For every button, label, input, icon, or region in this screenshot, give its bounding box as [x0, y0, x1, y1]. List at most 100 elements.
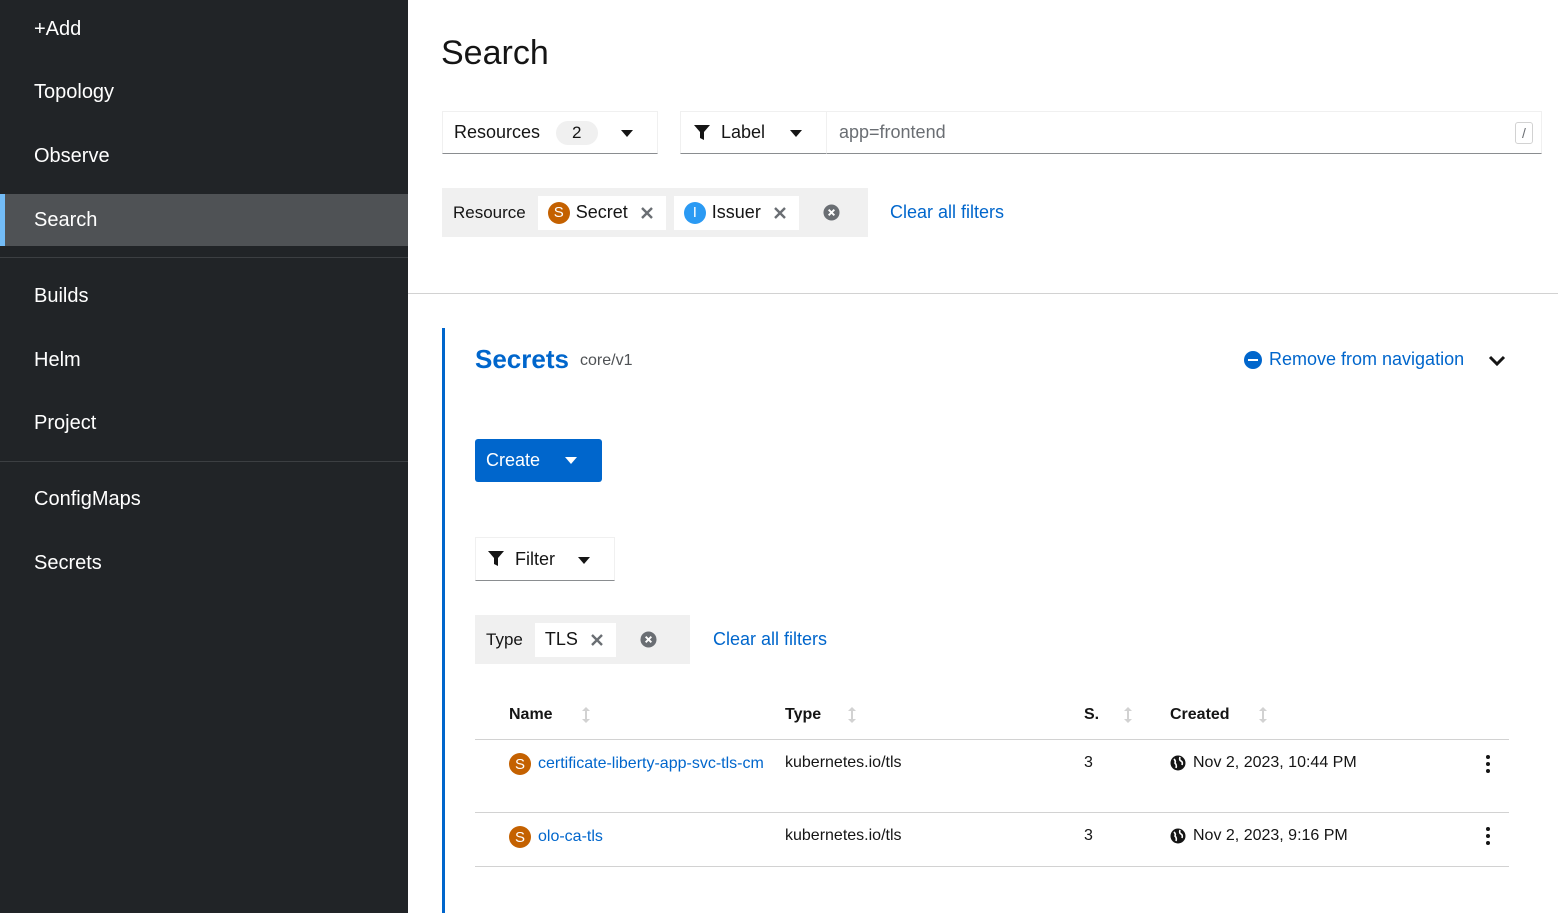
name-cell: S certificate-liberty-app-svc-tls-cm	[509, 751, 770, 776]
page-title: Search	[441, 34, 549, 72]
shortcut-key-hint: /	[1515, 122, 1533, 144]
sidebar-item-secrets[interactable]: Secrets	[0, 537, 408, 589]
column-header-name[interactable]: Name	[509, 706, 591, 724]
chip-group-label: Type	[486, 629, 523, 649]
sidebar-item-label: Builds	[34, 284, 89, 307]
kebab-menu-icon[interactable]	[1485, 755, 1491, 773]
clear-all-filters-link[interactable]: Clear all filters	[890, 202, 1004, 223]
column-header-size[interactable]: S.	[1084, 706, 1133, 724]
caret-down-icon	[790, 130, 802, 137]
sort-icon	[848, 707, 857, 723]
section-accent-bar	[442, 328, 445, 913]
resource-badge: S	[509, 753, 531, 775]
sidebar-item-label: Helm	[34, 348, 81, 371]
caret-down-icon	[621, 130, 633, 137]
table-header-border	[475, 739, 1509, 740]
filter-icon	[488, 551, 504, 566]
type-cell: kubernetes.io/tls	[785, 827, 902, 844]
remove-nav-label: Remove from navigation	[1269, 349, 1465, 369]
column-header-label: S.	[1084, 706, 1100, 723]
sidebar-item-builds[interactable]: Builds	[0, 270, 408, 322]
label-input-value: app=frontend	[839, 122, 946, 142]
chip-issuer: I Issuer	[673, 195, 799, 230]
filter-label: Filter	[515, 548, 555, 569]
sidebar-item-topology[interactable]: Topology	[0, 66, 408, 118]
resource-badge: I	[683, 201, 706, 224]
remove-chip-group-icon[interactable]	[640, 631, 657, 648]
type-cell: kubernetes.io/tls	[785, 754, 902, 771]
label-filter-dropdown[interactable]: Label	[680, 111, 827, 154]
close-icon[interactable]	[773, 206, 787, 220]
created-cell: Nov 2, 2023, 9:16 PM	[1170, 827, 1348, 845]
sort-icon	[1258, 707, 1267, 723]
name-cell: S olo-ca-tls	[509, 824, 770, 849]
secret-name-link[interactable]: olo-ca-tls	[538, 824, 770, 849]
resources-count-badge: 2	[556, 120, 598, 145]
clear-all-filters-link[interactable]: Clear all filters	[713, 629, 827, 650]
sort-icon	[1124, 707, 1133, 723]
sidebar-item-label: +Add	[34, 17, 82, 40]
sidebar-item-project[interactable]: Project	[0, 397, 408, 449]
resources-dropdown[interactable]: Resources 2	[442, 111, 658, 154]
resource-filter-chip-group: Resource S Secret I Issuer	[442, 188, 868, 237]
chip-label: TLS	[544, 629, 578, 649]
sidebar-item-label: Secrets	[34, 551, 102, 574]
created-cell: Nov 2, 2023, 10:44 PM	[1170, 754, 1357, 772]
minus-circle-icon	[1244, 350, 1262, 369]
sidebar-item-label: Search	[34, 208, 98, 231]
resources-label: Resources	[454, 122, 541, 142]
secret-name-link[interactable]: certificate-liberty-app-svc-tls-cm	[538, 751, 770, 776]
caret-down-icon	[565, 457, 577, 464]
filter-icon	[694, 124, 710, 140]
close-icon[interactable]	[640, 206, 654, 220]
size-cell: 3	[1084, 754, 1093, 771]
chip-secret: S Secret	[537, 195, 666, 230]
chip-label: Issuer	[711, 202, 761, 222]
divider	[408, 293, 1558, 294]
label-select-text: Label	[721, 122, 766, 142]
caret-down-icon	[578, 557, 590, 564]
create-label: Create	[486, 450, 541, 470]
sidebar-item-observe[interactable]: Observe	[0, 130, 408, 182]
column-header-type[interactable]: Type	[785, 706, 857, 724]
resource-badge: S	[509, 826, 531, 848]
close-icon[interactable]	[590, 633, 604, 647]
size-cell: 3	[1084, 827, 1093, 844]
sidebar-divider	[0, 257, 408, 258]
globe-icon	[1170, 755, 1186, 771]
column-header-label: Name	[509, 706, 553, 723]
remove-from-navigation-button[interactable]: Remove from navigation	[1244, 349, 1464, 370]
sidebar-item-label: Topology	[34, 80, 115, 103]
column-header-label: Created	[1170, 706, 1230, 723]
sidebar-item-add[interactable]: +Add	[0, 3, 408, 55]
sidebar-item-label: Project	[34, 411, 97, 434]
sidebar-item-helm[interactable]: Helm	[0, 334, 408, 386]
main-content: Search Resources 2 Label app=frontend / …	[408, 0, 1558, 913]
sidebar-item-label: Observe	[34, 144, 110, 167]
resource-badge: S	[547, 201, 570, 224]
label-search-input[interactable]: app=frontend /	[826, 111, 1542, 154]
row-border	[475, 812, 1509, 813]
kebab-menu-icon[interactable]	[1485, 827, 1491, 845]
filter-dropdown[interactable]: Filter	[475, 537, 615, 581]
created-text: Nov 2, 2023, 10:44 PM	[1193, 754, 1357, 771]
remove-chip-group-icon[interactable]	[823, 204, 840, 221]
sidebar: +Add Topology Observe Search Builds Helm…	[0, 0, 408, 913]
row-border	[475, 866, 1509, 867]
chip-tls: TLS	[534, 622, 616, 657]
chevron-down-icon[interactable]	[1488, 352, 1506, 370]
create-button[interactable]: Create	[475, 439, 602, 482]
sidebar-divider	[0, 461, 408, 462]
chip-group-label: Resource	[453, 202, 526, 222]
sidebar-item-label: ConfigMaps	[34, 487, 141, 510]
column-header-created[interactable]: Created	[1170, 706, 1268, 724]
column-header-label: Type	[785, 706, 822, 723]
sort-icon	[581, 707, 590, 723]
sidebar-item-configmaps[interactable]: ConfigMaps	[0, 473, 408, 525]
api-version: core/v1	[580, 352, 633, 369]
sidebar-item-search[interactable]: Search	[0, 194, 408, 246]
created-text: Nov 2, 2023, 9:16 PM	[1193, 827, 1348, 844]
section-title[interactable]: Secrets	[475, 344, 569, 375]
type-filter-chip-group: Type TLS	[475, 615, 690, 664]
chip-label: Secret	[575, 202, 628, 222]
